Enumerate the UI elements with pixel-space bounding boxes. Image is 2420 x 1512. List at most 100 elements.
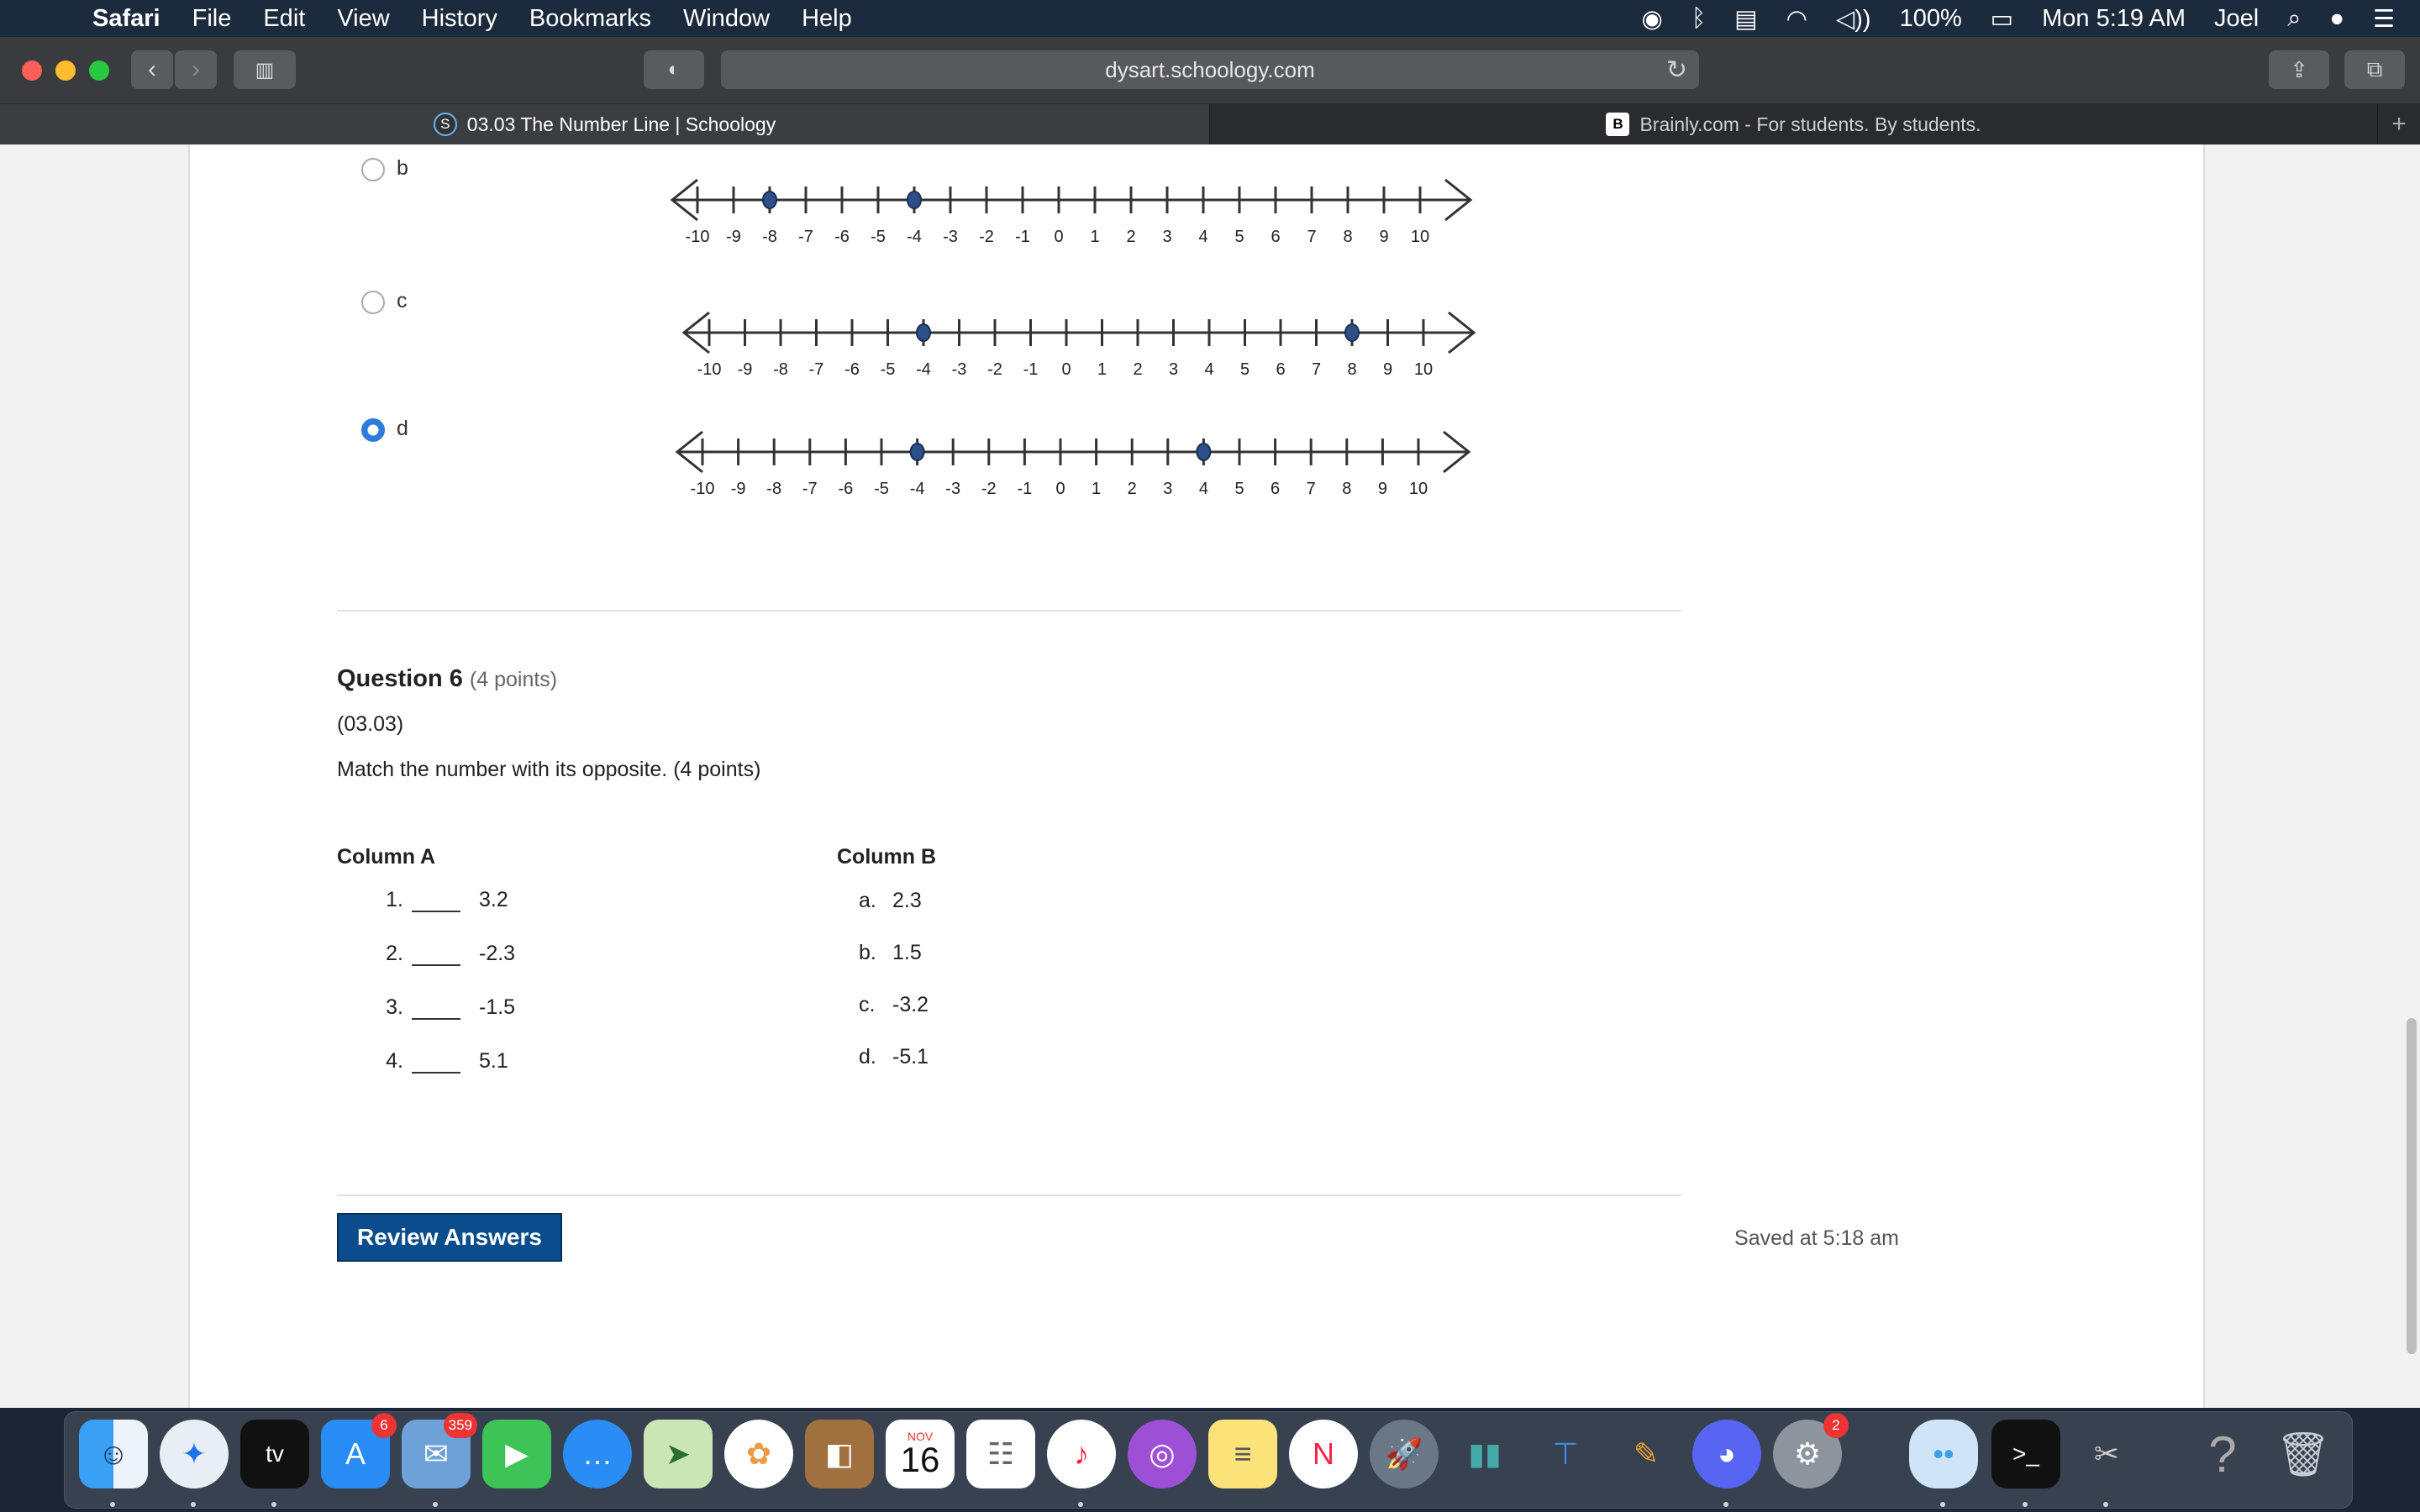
new-tab-button[interactable]: + — [2378, 104, 2420, 144]
system-preferences-icon[interactable]: ⚙ 2 — [1773, 1413, 1849, 1488]
tick-label: -1 — [1015, 228, 1030, 245]
page-scrollbar[interactable] — [2407, 1018, 2417, 1354]
menu-window[interactable]: Window — [683, 5, 770, 33]
item-number: 3. — [386, 995, 403, 1019]
tab-schoology[interactable]: S 03.03 The Number Line | Schoology — [0, 104, 1210, 144]
menu-history[interactable]: History — [422, 5, 497, 33]
running-indicator — [1940, 1502, 1945, 1507]
battery-icon[interactable]: ▭ — [1991, 4, 2013, 34]
photos-icon[interactable]: ✿ — [724, 1420, 793, 1488]
user-name[interactable]: Joel — [2214, 5, 2259, 33]
terminal-icon[interactable]: >_ — [1991, 1420, 2060, 1488]
clock[interactable]: Mon 5:19 AM — [2042, 5, 2186, 33]
tick-label: -7 — [798, 228, 813, 245]
forward-button[interactable]: › — [175, 50, 217, 89]
schoology-favicon-icon: S — [433, 113, 457, 136]
tick-label: 10 — [1409, 480, 1428, 497]
pages-icon[interactable]: ✎ — [1612, 1420, 1681, 1488]
messages-icon[interactable]: … — [563, 1420, 632, 1488]
discord-icon[interactable]: ◕ — [1692, 1420, 1761, 1488]
tick-label: 7 — [1307, 480, 1316, 497]
facetime-icon[interactable]: ▶ — [482, 1420, 551, 1488]
battery-percent: 100% — [1899, 4, 1962, 32]
running-indicator — [1723, 1502, 1728, 1507]
tick-label: -9 — [726, 228, 741, 245]
news-icon[interactable]: N — [1289, 1420, 1358, 1488]
question-title: Question 6 (4 points) — [337, 665, 557, 693]
answer-blank[interactable] — [412, 941, 460, 966]
tab-overview-icon[interactable]: ⧉ — [2344, 50, 2405, 89]
share-icon[interactable]: ⇪ — [2269, 50, 2329, 89]
system-preferences-badge: 2 — [1823, 1413, 1849, 1438]
item-letter: d. — [859, 1045, 876, 1068]
keynote-icon[interactable]: ⊤ — [1531, 1420, 1600, 1488]
wifi-icon[interactable]: ◠ — [1786, 4, 1807, 34]
maps-icon[interactable]: ➤ — [644, 1420, 713, 1488]
answer-option-d[interactable]: d — [361, 417, 408, 442]
plotted-point — [907, 191, 922, 209]
brainly-favicon-icon: B — [1606, 113, 1630, 136]
question-code: (03.03) — [337, 712, 404, 736]
item-value: 2.3 — [892, 889, 922, 912]
sidebar-toggle-icon[interactable]: ▥ — [234, 50, 296, 89]
reload-icon[interactable]: ↻ — [1666, 55, 1687, 85]
app-store-icon[interactable]: A6 — [321, 1413, 397, 1488]
notification-center-icon[interactable]: ☰ — [2373, 4, 2395, 34]
answer-option-c[interactable]: c — [361, 289, 408, 314]
item-value: 1.5 — [892, 941, 922, 964]
ai-assistant-icon[interactable]: •• — [1909, 1420, 1978, 1488]
menu-app-name[interactable]: Safari — [92, 5, 160, 33]
running-indicator — [1078, 1502, 1083, 1507]
menu-file[interactable]: File — [192, 5, 232, 33]
safari-icon[interactable]: ✦ — [160, 1420, 229, 1488]
close-window-button[interactable] — [22, 60, 42, 81]
fullscreen-window-button[interactable] — [89, 60, 109, 81]
finder-icon[interactable]: ☺ — [79, 1420, 148, 1488]
reminders-icon[interactable]: ☷ — [966, 1420, 1035, 1488]
launchpad-icon[interactable]: 🚀 — [1370, 1420, 1439, 1488]
menu-edit[interactable]: Edit — [263, 5, 305, 33]
apple-tv-icon[interactable]: tv — [240, 1420, 309, 1488]
column-a-item: 4. 5.1 — [378, 1048, 508, 1074]
tick-label: -5 — [871, 228, 886, 245]
minimize-window-button[interactable] — [55, 60, 76, 81]
siri-icon[interactable]: ● — [2329, 5, 2344, 33]
bluetooth-icon[interactable]: ᛒ — [1691, 5, 1706, 33]
menu-view[interactable]: View — [337, 5, 389, 33]
answer-option-b[interactable]: b — [361, 156, 408, 181]
mail-icon[interactable]: ✉ 359 — [402, 1413, 477, 1488]
volume-icon[interactable]: ◁)) — [1836, 4, 1871, 34]
tick-label: 0 — [1054, 228, 1063, 245]
trash-icon[interactable]: 🗑 — [2269, 1420, 2338, 1488]
flag-icon[interactable]: ▤ — [1734, 4, 1757, 34]
notes-icon[interactable]: ≡ — [1208, 1420, 1277, 1488]
tick-label: -4 — [916, 360, 931, 378]
podcasts-icon[interactable]: ◎ — [1128, 1420, 1197, 1488]
music-icon[interactable]: ♪ — [1047, 1420, 1116, 1488]
tick-label: 5 — [1240, 360, 1249, 378]
tick-label: 9 — [1378, 480, 1387, 497]
web-page: b -10 -9 -8 -7 -6 -5 -4 -3 -2 -1 0 1 2 3 4 5 6 7 8 9 10 c -1… — [0, 144, 2420, 1408]
review-answers-button[interactable]: Review Answers — [337, 1213, 562, 1262]
radio-option-d[interactable] — [361, 418, 385, 442]
calendar-icon[interactable]: NOV 16 — [886, 1420, 955, 1488]
menu-help[interactable]: Help — [802, 5, 852, 33]
alien-icon[interactable]: ◉ — [1642, 4, 1663, 34]
tab-brainly[interactable]: B Brainly.com - For students. By student… — [1210, 104, 2378, 144]
numbers-icon[interactable]: ▮▮ — [1450, 1420, 1519, 1488]
address-bar[interactable]: dysart.schoology.com ↻ — [721, 50, 1699, 89]
answer-blank[interactable] — [412, 1048, 460, 1074]
menu-bookmarks[interactable]: Bookmarks — [529, 5, 651, 33]
radio-option-c[interactable] — [361, 291, 385, 314]
answer-blank[interactable] — [412, 995, 460, 1020]
tick-label: -7 — [802, 480, 818, 497]
utilities-icon[interactable]: ✂ — [2072, 1420, 2141, 1488]
calendar-day: 16 — [900, 1440, 940, 1479]
spotlight-icon[interactable]: ⌕ — [2287, 5, 2301, 33]
help-icon[interactable]: ? — [2188, 1420, 2257, 1488]
answer-blank[interactable] — [412, 887, 460, 912]
privacy-shield-icon[interactable]: ◐ — [644, 50, 704, 89]
contacts-icon[interactable]: ◧ — [805, 1420, 874, 1488]
radio-option-b[interactable] — [361, 158, 385, 181]
back-button[interactable]: ‹ — [131, 50, 173, 89]
